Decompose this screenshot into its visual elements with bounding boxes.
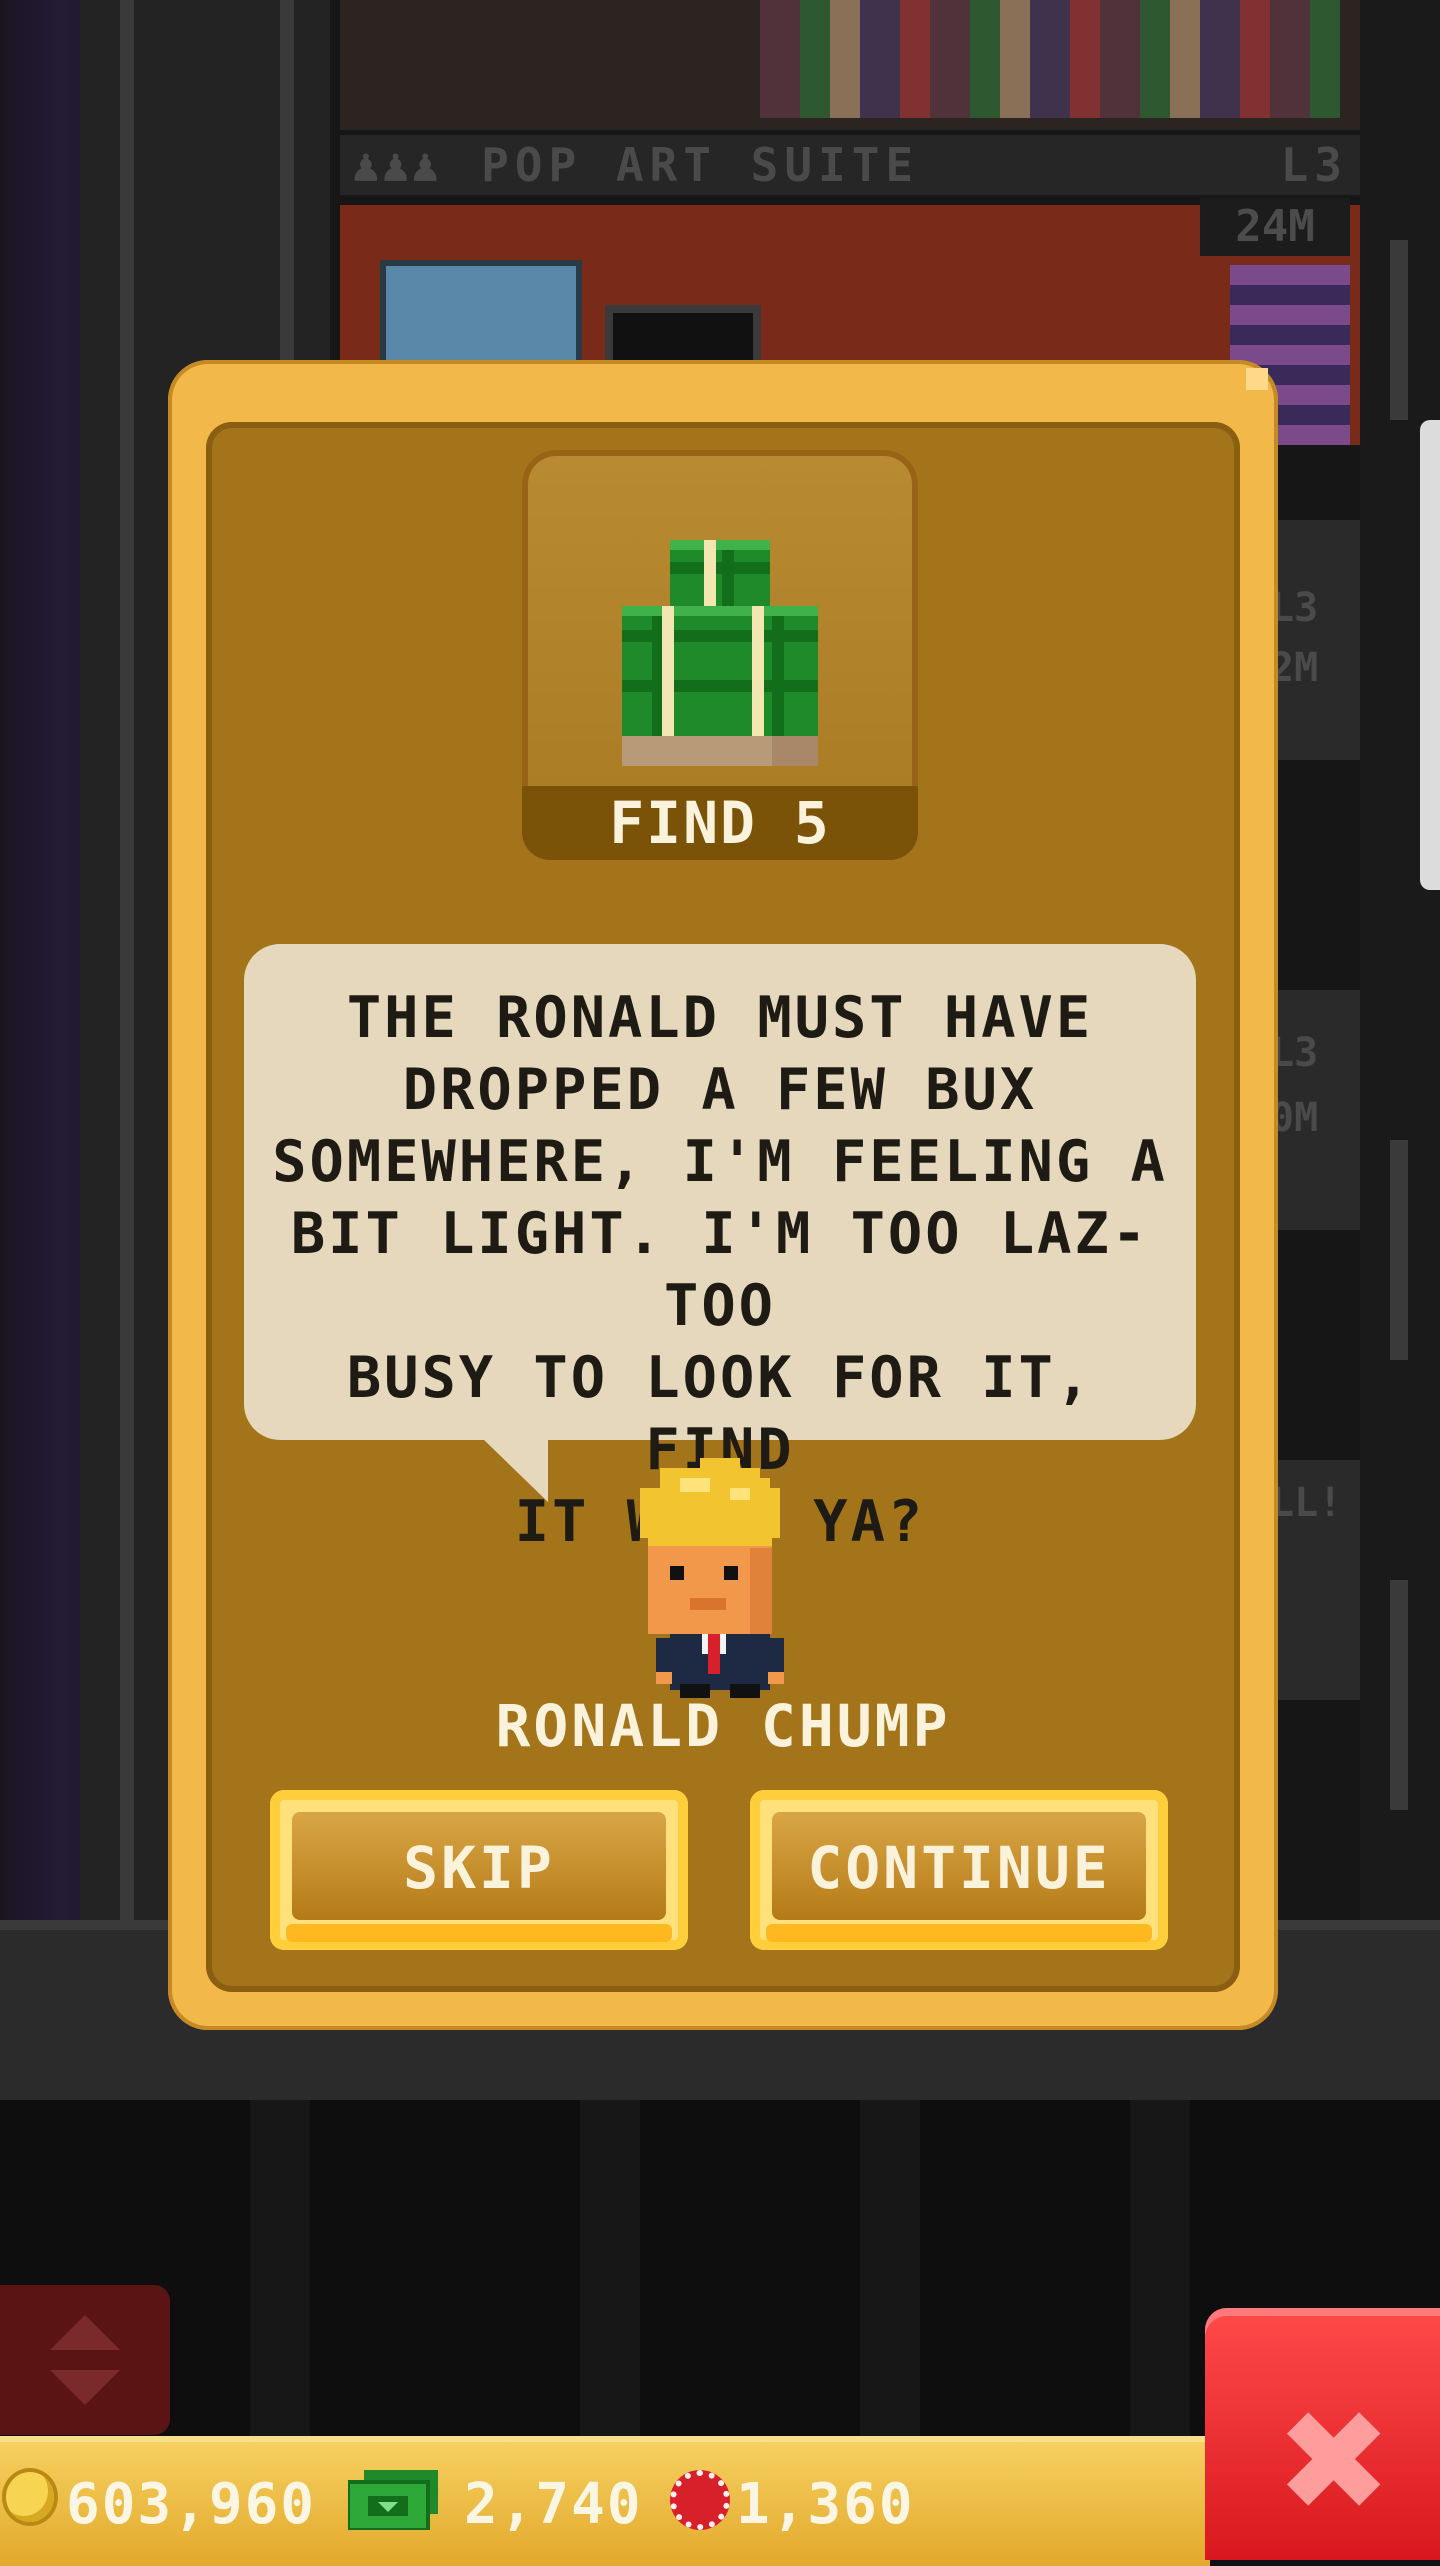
basement-column xyxy=(250,2100,310,2440)
bux-count: 2,740 xyxy=(464,2472,643,2537)
side-floor xyxy=(1270,520,1360,760)
button-highlight xyxy=(766,1924,1152,1942)
skip-button-label: SKIP xyxy=(403,1834,555,1902)
chip-icon xyxy=(670,2470,730,2530)
bux-icon xyxy=(348,2470,438,2530)
floor-price-tag: 24M xyxy=(1200,198,1350,256)
coins-count: 603,960 xyxy=(66,2472,317,2537)
continue-button[interactable]: CONTINUE xyxy=(750,1790,1168,1950)
side-floor-level: L3 xyxy=(1270,1030,1319,1076)
close-icon: ✖ xyxy=(1275,2381,1393,2544)
frame-glint xyxy=(1246,368,1268,390)
wall-window xyxy=(1390,1580,1408,1810)
side-floor-label: LL! xyxy=(1270,1480,1343,1526)
bux-stack-icon xyxy=(622,540,818,766)
ronald-chump-avatar xyxy=(640,1458,784,1698)
speech-bubble-tail xyxy=(482,1438,548,1502)
npc-name: RONALD CHUMP xyxy=(495,1692,951,1760)
tower-right-wall xyxy=(1360,0,1440,2100)
chips-count: 1,360 xyxy=(736,2472,915,2537)
reward-box: FIND 5 xyxy=(522,450,918,860)
basement-column xyxy=(860,2100,920,2440)
wall-window xyxy=(1390,240,1408,420)
side-floor-level: L3 xyxy=(1270,585,1319,631)
elevator-button[interactable] xyxy=(0,2285,170,2435)
speech-bubble: THE RONALD MUST HAVE DROPPED A FEW BUX S… xyxy=(244,944,1196,1555)
floor-label-bar: ♟♟♟ POP ART SUITE L3 xyxy=(340,135,1360,195)
continue-button-label: CONTINUE xyxy=(807,1834,1111,1902)
close-button[interactable]: ✖ xyxy=(1205,2308,1440,2560)
button-highlight xyxy=(286,1924,672,1942)
skip-button[interactable]: SKIP xyxy=(270,1790,688,1950)
arrow-up-icon xyxy=(50,2315,120,2350)
currency-bar: 603,960 2,740 1,360 xyxy=(0,2436,1210,2566)
side-floor-price: 2M xyxy=(1270,645,1319,691)
residents-icon: ♟♟♟ xyxy=(352,138,442,192)
reward-label: FIND 5 xyxy=(522,786,918,860)
floor-name: POP ART SUITE xyxy=(481,138,920,192)
floor-level: L3 xyxy=(1280,138,1348,192)
coin-icon xyxy=(6,2472,54,2522)
basement-column xyxy=(1130,2100,1190,2440)
floor-residents xyxy=(760,0,1340,118)
floor-above xyxy=(340,0,1360,130)
basement-column xyxy=(580,2100,640,2440)
arrow-down-icon xyxy=(50,2370,120,2405)
wall-window xyxy=(1390,1140,1408,1360)
side-scroll-tab[interactable] xyxy=(1420,420,1440,890)
side-floor-price: 0M xyxy=(1270,1095,1319,1141)
shaft-rail xyxy=(120,0,134,1920)
